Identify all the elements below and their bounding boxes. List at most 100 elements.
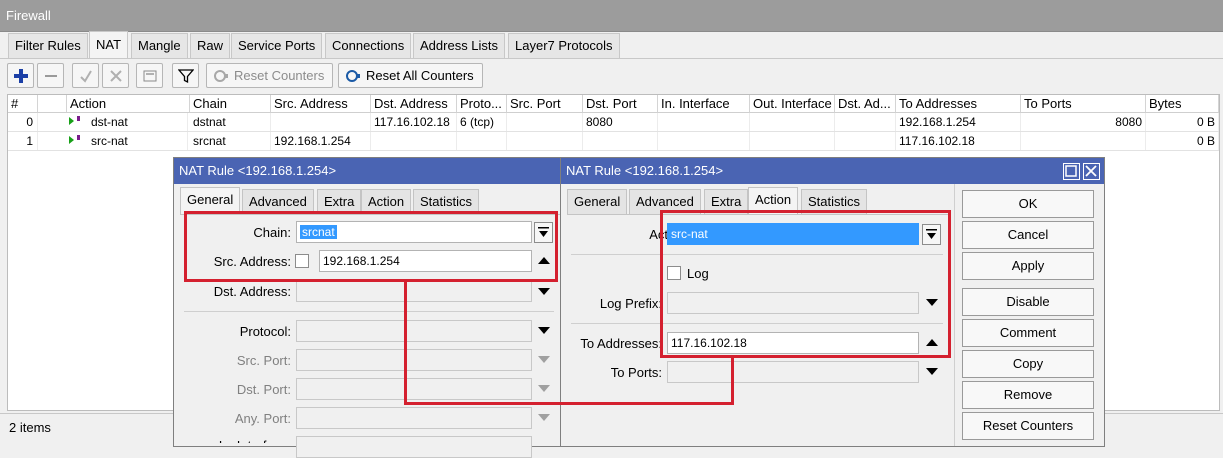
- dst-address-field[interactable]: [296, 280, 532, 302]
- src-port-expand-icon[interactable]: [538, 356, 550, 363]
- protocol-label: Protocol:: [239, 324, 291, 339]
- column-header-action[interactable]: Action: [67, 95, 190, 113]
- row-protocol: [457, 132, 507, 150]
- maximize-button[interactable]: [1063, 163, 1080, 180]
- row-action: dst-nat: [88, 113, 188, 131]
- column-header-bytes[interactable]: Bytes: [1146, 95, 1219, 113]
- highlight-box-action: [660, 210, 951, 358]
- column-header-to-addresses[interactable]: To Addresses: [896, 95, 1021, 113]
- add-button[interactable]: [7, 63, 34, 88]
- remove-button[interactable]: [37, 63, 64, 88]
- close-icon: [1085, 165, 1097, 177]
- column-header-to-ports[interactable]: To Ports: [1021, 95, 1146, 113]
- row-bytes: 0 B: [1146, 132, 1219, 150]
- remove-button[interactable]: Remove: [962, 381, 1094, 409]
- tab-general[interactable]: General: [180, 187, 241, 214]
- reset-counters-button[interactable]: Reset Counters: [206, 63, 334, 88]
- enable-button[interactable]: [72, 63, 99, 88]
- row-dst-ad: [835, 132, 896, 150]
- cancel-button[interactable]: Cancel: [962, 221, 1094, 249]
- column-header-dst-port[interactable]: Dst. Port: [583, 95, 658, 113]
- tab-connections[interactable]: Connections: [325, 33, 412, 58]
- copy-button[interactable]: Copy: [962, 350, 1094, 378]
- column-header-dst-ad[interactable]: Dst. Ad...: [835, 95, 896, 113]
- row-in-interface: [658, 132, 750, 150]
- row-src-port: [507, 113, 583, 131]
- window-title: Firewall: [0, 0, 1223, 32]
- row-bytes: 0 B: [1146, 113, 1219, 131]
- table-row[interactable]: 1 src-nat srcnat 192.168.1.254 117.16.10…: [8, 132, 1219, 150]
- reset-counters-button[interactable]: Reset Counters: [962, 412, 1094, 440]
- reset-all-counters-icon: [346, 69, 360, 82]
- column-header-out-interface[interactable]: Out. Interface: [750, 95, 835, 113]
- to-ports-field[interactable]: [667, 361, 919, 383]
- column-header-number[interactable]: #: [8, 95, 38, 113]
- tab-raw[interactable]: Raw: [190, 33, 231, 58]
- column-header-src-port[interactable]: Src. Port: [507, 95, 583, 113]
- dialog-title: NAT Rule <192.168.1.254>: [174, 158, 562, 184]
- row-number: 1: [8, 132, 38, 150]
- action-flag-icon: [68, 116, 82, 131]
- row-to-ports: [1021, 132, 1146, 150]
- to-ports-expand-icon[interactable]: [926, 368, 938, 375]
- row-src-address: [271, 113, 371, 131]
- column-header-protocol[interactable]: Proto...: [457, 95, 507, 113]
- to-addresses-label: To Addresses:: [580, 336, 662, 351]
- dst-port-field[interactable]: [296, 378, 532, 400]
- comment-button[interactable]: Comment: [962, 319, 1094, 347]
- row-chain: dstnat: [190, 113, 271, 131]
- row-action: src-nat: [88, 132, 188, 150]
- tab-layer7-protocols[interactable]: Layer7 Protocols: [508, 33, 620, 58]
- close-button[interactable]: [1083, 163, 1100, 180]
- action-flag-icon: [68, 135, 82, 150]
- filter-icon: [177, 68, 194, 83]
- reset-all-counters-label: Reset All Counters: [366, 68, 474, 83]
- any-port-expand-icon[interactable]: [538, 414, 550, 421]
- tab-mangle[interactable]: Mangle: [131, 33, 188, 58]
- to-ports-label: To Ports:: [610, 365, 662, 380]
- column-header-dst-address[interactable]: Dst. Address: [371, 95, 457, 113]
- note-icon: [143, 70, 156, 81]
- connector-line: [731, 356, 734, 405]
- table-row[interactable]: 0 dst-nat dstnat 117.16.102.18 6 (tcp) 8…: [8, 113, 1219, 131]
- any-port-label: Any. Port:: [234, 411, 291, 426]
- row-to-addresses: 192.168.1.254: [896, 113, 1021, 131]
- ok-button[interactable]: OK: [962, 190, 1094, 218]
- minus-icon: [44, 74, 57, 77]
- disable-button[interactable]: [102, 63, 129, 88]
- tab-filter-rules[interactable]: Filter Rules: [8, 33, 88, 58]
- tab-general[interactable]: General: [567, 189, 628, 214]
- dst-address-label: Dst. Address:: [213, 284, 291, 299]
- filter-button[interactable]: [172, 63, 199, 88]
- dst-address-expand-icon[interactable]: [538, 288, 550, 295]
- row-out-interface: [750, 113, 835, 131]
- protocol-expand-icon[interactable]: [538, 327, 550, 334]
- in-interface-field[interactable]: [296, 436, 532, 458]
- reset-counters-label: Reset Counters: [234, 68, 325, 83]
- row-dst-port: 8080: [583, 113, 658, 131]
- connector-line: [404, 402, 734, 405]
- dst-port-label: Dst. Port:: [236, 382, 291, 397]
- row-to-addresses: 117.16.102.18: [896, 132, 1021, 150]
- src-port-field[interactable]: [296, 349, 532, 371]
- reset-all-counters-button[interactable]: Reset All Counters: [338, 63, 483, 88]
- row-protocol: 6 (tcp): [457, 113, 507, 131]
- comment-button[interactable]: [136, 63, 163, 88]
- row-chain: srcnat: [190, 132, 271, 150]
- apply-button[interactable]: Apply: [962, 252, 1094, 280]
- protocol-field[interactable]: [296, 320, 532, 342]
- check-icon: [79, 69, 92, 83]
- log-prefix-label: Log Prefix:: [599, 296, 662, 311]
- any-port-field[interactable]: [296, 407, 532, 429]
- tab-address-lists[interactable]: Address Lists: [413, 33, 506, 58]
- disable-button[interactable]: Disable: [962, 288, 1094, 316]
- column-header-src-address[interactable]: Src. Address: [271, 95, 371, 113]
- row-out-interface: [750, 132, 835, 150]
- column-header-in-interface[interactable]: In. Interface: [658, 95, 750, 113]
- column-header-blank[interactable]: [38, 95, 67, 113]
- tab-nat[interactable]: NAT: [89, 31, 129, 58]
- column-header-chain[interactable]: Chain: [190, 95, 271, 113]
- dst-port-expand-icon[interactable]: [538, 385, 550, 392]
- row-dst-address: [371, 132, 457, 150]
- tab-service-ports[interactable]: Service Ports: [231, 33, 323, 58]
